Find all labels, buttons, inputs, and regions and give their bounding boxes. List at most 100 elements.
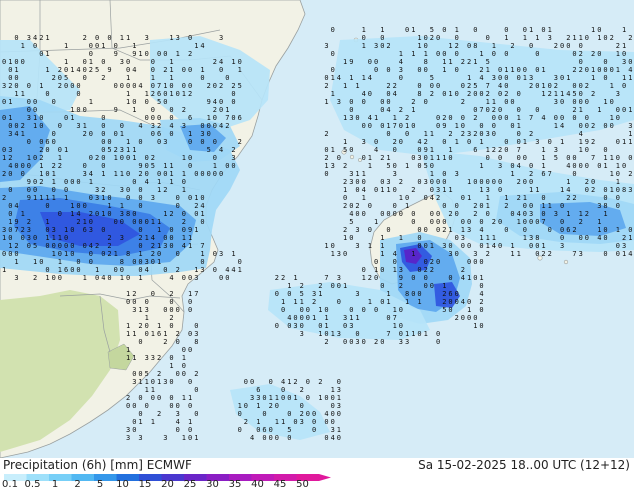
grid-value: 0 [2,58,6,66]
grid-value: 0 [132,82,136,90]
grid-value: 0 [585,66,589,74]
grid-value: 0 [182,346,186,354]
grid-value: 0 [45,202,49,210]
grid-value: 0 [151,114,155,122]
grid-value: 0 [411,274,415,282]
grid-value: 0 [616,170,620,178]
grid-value: 9 [114,50,118,58]
grid-value: 0 [213,114,217,122]
grid-value: 3 [145,306,149,314]
grid-value: 0 [126,298,130,306]
grid-value: 0 [101,250,105,258]
grid-value: 0 [52,242,56,250]
grid-value: 1 [411,26,415,34]
grid-value: 0 [126,274,130,282]
grid-value: 3 [145,258,149,266]
grid-value: 1 [145,90,149,98]
grid-value: 1 [21,130,25,138]
grid-value: 1 [548,26,552,34]
grid-value: 0 [442,218,446,226]
grid-value: 1 [157,218,161,226]
grid-value: 0 [76,90,80,98]
grid-value: 4 [219,122,223,130]
grid-value: 0 [194,386,198,394]
grid-value: 0 [560,74,564,82]
grid-value: 2 [461,58,465,66]
grid-value: 0 [225,162,229,170]
grid-value: 0 [145,218,149,226]
grid-value: 0 [169,234,173,242]
grid-value: 0 [461,122,465,130]
grid-value: 0 [138,218,142,226]
grid-value: 0 [380,298,384,306]
grid-value: 1 [213,162,217,170]
scale-label: 0.1 [2,479,18,490]
grid-value: 0 [120,266,124,274]
grid-value: 2 [479,298,483,306]
grid-value: 8 [126,250,130,258]
grid-value: 1 [386,290,390,298]
grid-value: 1 [151,74,155,82]
grid-value: 0 [188,402,192,410]
grid-value: 6 [473,146,477,154]
grid-value: 4 [479,226,483,234]
grid-value: 0 [424,274,428,282]
grid-value: 0 [275,434,279,442]
grid-value: 1 [486,98,490,106]
grid-value: 0 [145,330,149,338]
grid-value: 0 [436,82,440,90]
grid-value: 4 [566,162,570,170]
grid-value: 2 [318,378,322,386]
grid-value: 0 [238,58,242,66]
grid-value: 1 [64,226,68,234]
grid-value: 0 [8,66,12,74]
grid-value: 1 [312,314,316,322]
grid-value: 3 [145,354,149,362]
grid-value: 0 [455,290,459,298]
grid-value: 0 [39,122,43,130]
grid-value: 2 [58,162,62,170]
grid-value: 1 [70,106,74,114]
grid-value: 0 [479,322,483,330]
grid-value: 0 [138,338,142,346]
grid-value: 6 [262,426,266,434]
grid-value: 1 [610,114,614,122]
grid-value: 1 [200,210,204,218]
grid-value: 0 [380,338,384,346]
grid-value: 0 [541,210,545,218]
grid-value: 2 [324,82,328,90]
grid-value: 2 [455,314,459,322]
grid-value: 0 [138,226,142,234]
grid-value: 3 [126,426,130,434]
grid-value: 0 [411,210,415,218]
grid-value: 5 [343,146,347,154]
grid-value: 0 [312,426,316,434]
grid-value: 2 [492,106,496,114]
grid-value: 1 [616,66,620,74]
grid-value: 0 [2,146,6,154]
grid-value: 8 [120,258,124,266]
grid-value: 0 [324,306,328,314]
grid-value: 4 [169,122,173,130]
grid-value: 3 [548,34,552,42]
grid-value: 2 [324,130,328,138]
grid-value: 2 [244,418,248,426]
grid-value: 7 [591,154,595,162]
grid-value: 3 [176,34,180,42]
grid-value: 2 [517,178,521,186]
grid-value: 1 [145,386,149,394]
grid-value: 1 [405,122,409,130]
grid-value: 2 [455,42,459,50]
grid-value: 1 [442,154,446,162]
grid-value: 1 [318,290,322,298]
grid-value: 0 [89,42,93,50]
grid-value: 4 [461,298,465,306]
grid-value: 0 [151,130,155,138]
grid-value: 9 [424,146,428,154]
grid-value: 0 [39,258,43,266]
grid-value: 0 [331,282,335,290]
grid-value: 0 [455,66,459,74]
grid-value: 0 [8,186,12,194]
grid-value: 2 [52,162,56,170]
grid-value: 1 [535,186,539,194]
